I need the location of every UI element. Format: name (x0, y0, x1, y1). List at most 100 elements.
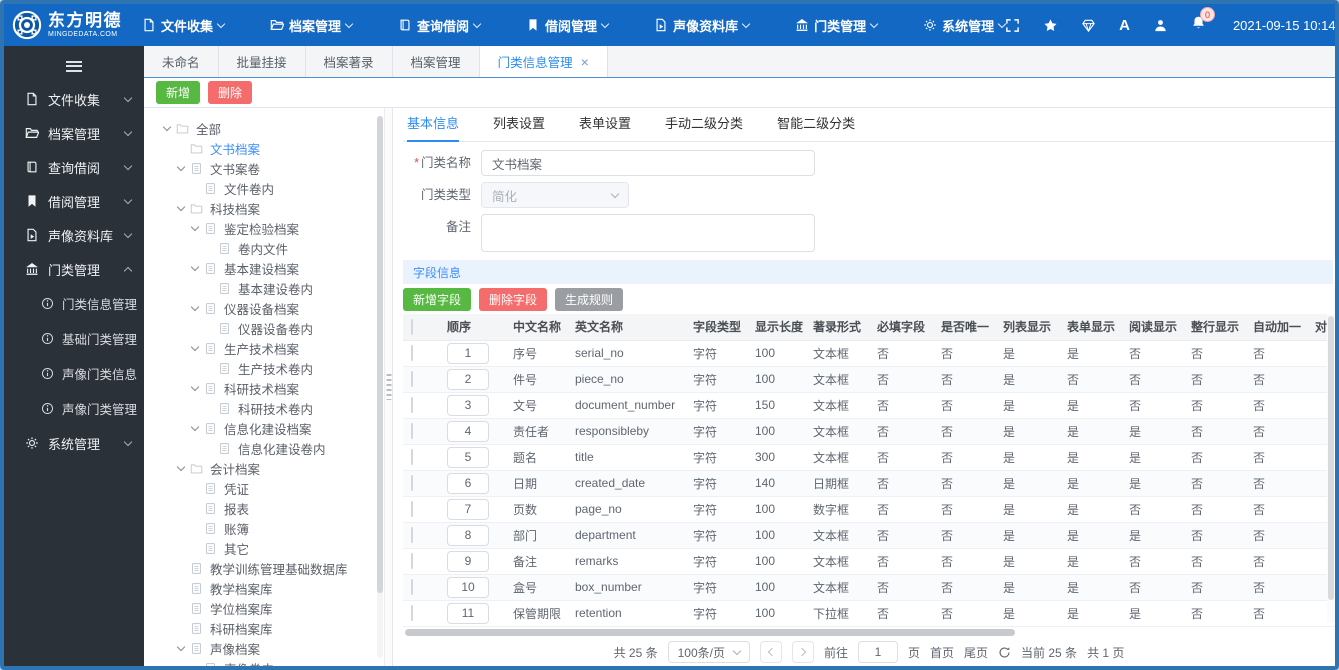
tab-item[interactable]: 未命名 (144, 46, 219, 77)
sidebar-item[interactable]: 文件收集 (4, 82, 144, 116)
next-page-button[interactable] (791, 641, 814, 663)
topbar-menu-item[interactable]: 声像资料库 (654, 16, 751, 35)
sidebar-subitem[interactable]: 声像门类管理 (4, 391, 144, 426)
panel-splitter[interactable] (384, 108, 393, 666)
chevron-down-icon[interactable] (188, 221, 202, 235)
order-input[interactable]: 4 (447, 420, 489, 442)
chevron-down-icon[interactable] (188, 341, 202, 355)
sidebar-item[interactable]: 系统管理 (4, 426, 144, 460)
first-page-link[interactable]: 首页 (930, 644, 954, 661)
topbar-menu-item[interactable]: 查询借阅 (398, 16, 482, 35)
order-input[interactable]: 1 (447, 342, 489, 364)
chevron-down-icon[interactable] (160, 121, 174, 135)
tree-item[interactable]: 科研技术卷内 (144, 398, 384, 418)
tab-active[interactable]: 门类信息管理 × (479, 46, 608, 77)
tree-item[interactable]: 账簿 (144, 518, 384, 538)
tree-item[interactable]: 生产技术档案 (144, 338, 384, 358)
chevron-down-icon[interactable] (174, 201, 188, 215)
favorite-star-icon[interactable] (1043, 18, 1058, 33)
sidebar-subitem[interactable]: 门类信息管理 (4, 286, 144, 321)
chevron-down-icon[interactable] (188, 261, 202, 275)
tree-item[interactable]: 信息化建设卷内 (144, 438, 384, 458)
order-input[interactable]: 2 (447, 368, 489, 390)
tree-item[interactable]: 科研档案库 (144, 618, 384, 638)
notification-bell-icon[interactable]: 0 (1191, 7, 1215, 35)
remark-textarea[interactable] (481, 214, 815, 252)
row-checkbox[interactable] (411, 501, 413, 517)
chevron-down-icon[interactable] (174, 161, 188, 175)
tree-item[interactable]: 仪器设备卷内 (144, 318, 384, 338)
tab-item[interactable]: 档案著录 (305, 46, 393, 77)
refresh-icon[interactable] (998, 646, 1011, 659)
tree-item[interactable]: 其它 (144, 538, 384, 558)
select-all-checkbox[interactable] (411, 318, 413, 335)
tree-item[interactable]: 鉴定检验档案 (144, 218, 384, 238)
order-input[interactable]: 3 (447, 394, 489, 416)
prev-page-button[interactable] (759, 641, 782, 663)
tree-item[interactable]: 教学档案库 (144, 578, 384, 598)
tree-item[interactable]: 教学训练管理基础数据库 (144, 558, 384, 578)
chevron-down-icon[interactable] (188, 301, 202, 315)
row-checkbox[interactable] (411, 475, 413, 491)
tree-item[interactable]: 文书档案 (144, 138, 384, 158)
row-checkbox[interactable] (411, 423, 413, 439)
row-checkbox[interactable] (411, 527, 413, 543)
category-type-select[interactable]: 简化 (481, 182, 629, 208)
row-checkbox[interactable] (411, 371, 413, 387)
table-vertical-scrollbar[interactable] (1327, 314, 1335, 623)
topbar-menu-item[interactable]: 门类管理 (795, 16, 879, 35)
fullscreen-icon[interactable] (1005, 18, 1020, 33)
add-button[interactable]: 新增 (156, 81, 201, 104)
sidebar-item[interactable]: 门类管理 (4, 252, 144, 286)
sidebar-item[interactable]: 借阅管理 (4, 184, 144, 218)
tree-item[interactable]: 声像档案 (144, 638, 384, 658)
tree-item[interactable]: 信息化建设档案 (144, 418, 384, 438)
detail-tab[interactable]: 表单设置 (579, 113, 631, 141)
add-field-button[interactable]: 新增字段 (403, 287, 472, 311)
tree-item[interactable]: 凭证 (144, 478, 384, 498)
tree-item[interactable]: 基本建设卷内 (144, 278, 384, 298)
tree-item[interactable]: 卷内文件 (144, 238, 384, 258)
sidebar-item[interactable]: 查询借阅 (4, 150, 144, 184)
detail-tab[interactable]: 手动二级分类 (665, 113, 743, 141)
tree-item[interactable]: 学位档案库 (144, 598, 384, 618)
tree-item[interactable]: 声像卷内 (144, 658, 384, 666)
tree-item[interactable]: 文书案卷 (144, 158, 384, 178)
order-input[interactable]: 10 (447, 576, 489, 598)
delete-field-button[interactable]: 删除字段 (479, 287, 548, 311)
detail-tab[interactable]: 列表设置 (493, 113, 545, 141)
chevron-down-icon[interactable] (188, 421, 202, 435)
chevron-down-icon[interactable] (174, 641, 188, 655)
row-checkbox[interactable] (411, 449, 413, 465)
gem-icon[interactable] (1081, 18, 1096, 33)
row-checkbox[interactable] (411, 397, 413, 413)
sidebar-subitem[interactable]: 声像门类信息 (4, 356, 144, 391)
order-input[interactable]: 11 (447, 602, 489, 624)
tree-item[interactable]: 文件卷内 (144, 178, 384, 198)
last-page-link[interactable]: 尾页 (964, 644, 988, 661)
category-name-input[interactable] (481, 150, 815, 176)
tab-item[interactable]: 档案管理 (392, 46, 480, 77)
tree-item[interactable]: 科技档案 (144, 198, 384, 218)
row-checkbox[interactable] (411, 579, 413, 595)
topbar-menu-item[interactable]: 文件收集 (142, 16, 226, 35)
chevron-down-icon[interactable] (188, 381, 202, 395)
user-icon[interactable] (1153, 18, 1168, 33)
row-checkbox[interactable] (411, 605, 413, 621)
font-size-icon[interactable]: A (1119, 17, 1130, 34)
topbar-menu-item[interactable]: 系统管理 (923, 16, 1007, 35)
order-input[interactable]: 7 (447, 498, 489, 520)
tree-item[interactable]: 科研技术档案 (144, 378, 384, 398)
tab-item[interactable]: 批量挂接 (218, 46, 306, 77)
page-size-select[interactable]: 100条/页 (667, 641, 750, 663)
tree-item[interactable]: 会计档案 (144, 458, 384, 478)
tree-item[interactable]: 生产技术卷内 (144, 358, 384, 378)
detail-tab[interactable]: 基本信息 (407, 113, 460, 142)
tree-item[interactable]: 报表 (144, 498, 384, 518)
row-checkbox[interactable] (411, 345, 413, 361)
detail-tab[interactable]: 智能二级分类 (777, 113, 855, 141)
table-horizontal-scrollbar[interactable] (403, 628, 1327, 638)
goto-page-input[interactable] (857, 641, 898, 663)
order-input[interactable]: 9 (447, 550, 489, 572)
tree-item[interactable]: 仪器设备档案 (144, 298, 384, 318)
